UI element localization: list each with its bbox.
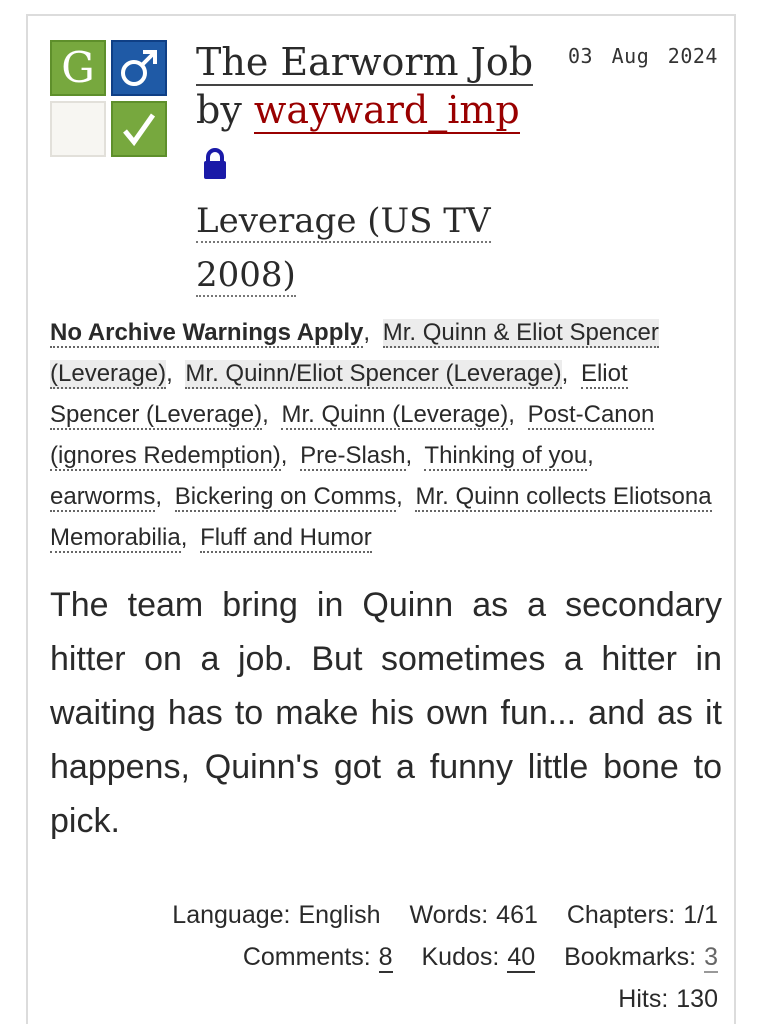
- tags-list: No Archive Warnings Apply, Mr. Quinn & E…: [50, 319, 712, 553]
- freeform-tag[interactable]: earworms: [50, 483, 156, 512]
- work-title-link[interactable]: The Earworm Job: [196, 40, 534, 86]
- work-title-heading: The Earworm Job: [196, 40, 534, 86]
- stat-kudos: Kudos: 40: [421, 943, 536, 973]
- rating-general-icon[interactable]: G: [50, 40, 106, 96]
- stat-chapters: Chapters: 1/1: [566, 901, 718, 929]
- work-blurb: G The Earworm Job by wayward_imp 03 Aug …: [26, 14, 736, 1024]
- rating-letter: G: [61, 43, 95, 92]
- fandom-tag[interactable]: Leverage (US TV 2008): [196, 194, 491, 302]
- author-link[interactable]: wayward_imp: [253, 88, 520, 134]
- stat-words: Words: 461: [409, 901, 538, 929]
- freeform-tag[interactable]: Pre-Slash: [300, 442, 406, 471]
- comments-link[interactable]: 8: [378, 943, 393, 973]
- work-stats: Language: English Words: 461 Chapters: 1/1 …: [98, 894, 718, 1020]
- category-mm-icon[interactable]: [111, 40, 167, 96]
- stat-bookmarks: Bookmarks: 3: [564, 943, 718, 973]
- stat-language: Language: English: [172, 901, 381, 929]
- checkmark-icon: [123, 113, 156, 147]
- freeform-tag[interactable]: Thinking of you: [424, 442, 588, 471]
- work-summary: The team bring in Quinn as a secondary h…: [50, 586, 722, 840]
- relationship-tag[interactable]: Mr. Quinn/Eliot Spencer (Leverage): [185, 360, 562, 389]
- lock-icon: [202, 148, 228, 185]
- freeform-tag[interactable]: Fluff and Humor: [200, 524, 372, 553]
- bookmarks-link[interactable]: 3: [704, 943, 718, 973]
- freeform-tag[interactable]: Bickering on Comms: [174, 483, 397, 512]
- stat-hits: Hits: 130: [618, 985, 718, 1013]
- complete-work-icon[interactable]: [111, 101, 167, 157]
- byline: by wayward_imp: [196, 88, 520, 134]
- kudos-link[interactable]: 40: [507, 943, 536, 973]
- by-label: by: [196, 88, 242, 132]
- stat-comments: Comments: 8: [242, 943, 393, 973]
- warning-none-icon[interactable]: [50, 101, 106, 157]
- date-published: 03 Aug 2024: [568, 44, 718, 68]
- character-tag[interactable]: Mr. Quinn (Leverage): [281, 401, 509, 430]
- male-symbol-icon: [121, 50, 157, 86]
- fandom-line-1: Leverage (US TV: [196, 201, 491, 243]
- fandom-line-2: 2008): [196, 255, 296, 297]
- warning-tag[interactable]: No Archive Warnings Apply: [50, 319, 364, 348]
